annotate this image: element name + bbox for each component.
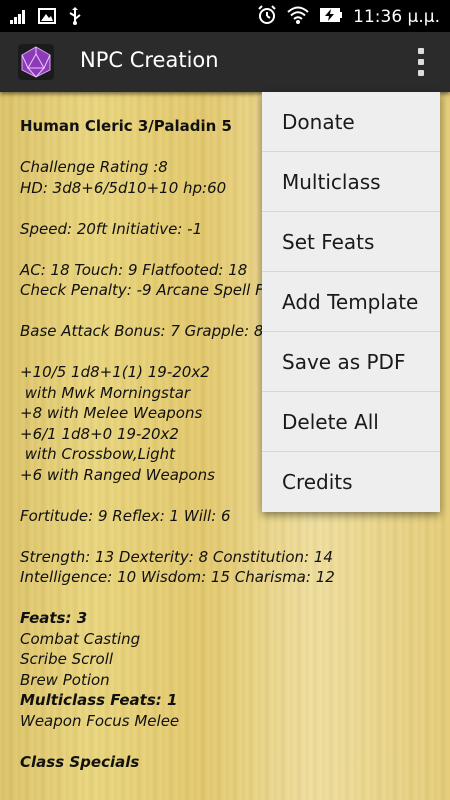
wifi-icon	[287, 6, 309, 28]
multiclass-feat-item: Weapon Focus Melee	[20, 711, 180, 730]
app-title: NPC Creation	[80, 48, 219, 72]
menu-item-delete-all[interactable]: Delete All	[262, 392, 440, 452]
clock-time: 11:36 μ.μ.	[353, 7, 440, 27]
class-specials-heading: Class Specials	[20, 752, 140, 771]
more-vert-icon[interactable]	[414, 48, 428, 76]
abilities-mental: Intelligence: 10 Wisdom: 15 Charisma: 12	[20, 568, 335, 586]
menu-item-add-template[interactable]: Add Template	[262, 272, 440, 332]
usb-icon	[68, 7, 82, 29]
image-icon	[38, 8, 56, 28]
battery-charging-icon	[319, 7, 343, 27]
menu-item-donate[interactable]: Donate	[262, 92, 440, 152]
abilities-physical: Strength: 13 Dexterity: 8 Constitution: …	[20, 547, 333, 566]
multiclass-feats-heading: Multiclass Feats: 1	[20, 691, 178, 709]
feat-item: Combat Casting	[20, 629, 141, 648]
alarm-icon	[257, 5, 277, 29]
menu-item-credits[interactable]: Credits	[262, 452, 440, 512]
feat-item: Scribe Scroll	[20, 650, 114, 668]
d20-dice-icon[interactable]	[18, 44, 54, 80]
menu-item-set-feats[interactable]: Set Feats	[262, 212, 440, 272]
feat-item: Brew Potion	[20, 670, 110, 689]
feats-heading: Feats: 3	[20, 609, 88, 627]
status-bar: 11:36 μ.μ.	[0, 0, 450, 32]
signal-icon	[10, 9, 26, 28]
menu-item-save-pdf[interactable]: Save as PDF	[262, 332, 440, 392]
app-bar: NPC Creation	[0, 32, 450, 92]
overflow-menu: Donate Multiclass Set Feats Add Template…	[262, 92, 440, 512]
menu-item-multiclass[interactable]: Multiclass	[262, 152, 440, 212]
